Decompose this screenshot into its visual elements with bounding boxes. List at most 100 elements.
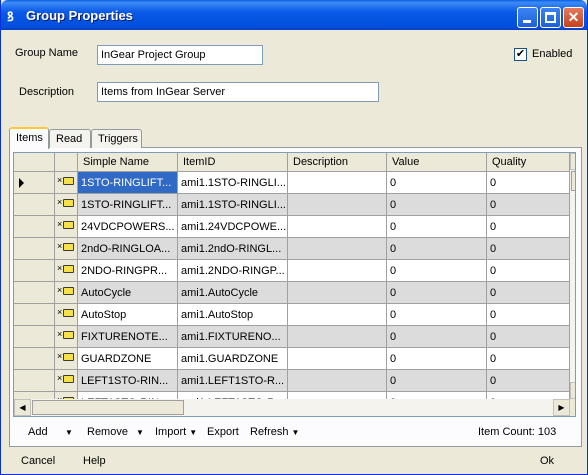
table-row[interactable]: × 24VDCPOWERS... ami1.24VDCPOWE... 0 0: [14, 216, 570, 238]
cell-value[interactable]: 0: [387, 348, 487, 370]
cell-simple-name[interactable]: 2ndO-RINGLOA...: [78, 238, 178, 260]
scroll-down-button[interactable]: ▼: [570, 382, 575, 399]
cell-value[interactable]: 0: [387, 304, 487, 326]
description-field[interactable]: Items from InGear Server: [97, 82, 379, 102]
remove-button[interactable]: Remove ▼: [87, 426, 144, 438]
cell-description[interactable]: [288, 348, 387, 370]
row-header[interactable]: [14, 216, 55, 238]
cell-description[interactable]: [288, 216, 387, 238]
group-name-field[interactable]: InGear Project Group: [97, 45, 263, 65]
cell-simple-name[interactable]: 24VDCPOWERS...: [78, 216, 178, 238]
cell-value[interactable]: 0: [387, 172, 487, 194]
cell-quality[interactable]: 0: [487, 260, 570, 282]
enabled-checkbox[interactable]: ✔: [514, 48, 527, 61]
cell-quality[interactable]: 0: [487, 172, 570, 194]
cancel-button[interactable]: Cancel: [21, 455, 55, 467]
column-header-itemid[interactable]: ItemID: [178, 153, 288, 172]
tab-read[interactable]: Read: [49, 129, 91, 148]
cell-value[interactable]: 0: [387, 194, 487, 216]
scroll-left-button[interactable]: ◀: [14, 399, 31, 416]
row-header[interactable]: [14, 326, 55, 348]
maximize-button[interactable]: [540, 7, 561, 28]
row-header[interactable]: [14, 238, 55, 260]
cell-itemid[interactable]: ami1.GUARDZONE: [178, 348, 288, 370]
cell-itemid[interactable]: ami1.AutoStop: [178, 304, 288, 326]
table-row[interactable]: × 2NDO-RINGPR... ami1.2NDO-RINGP... 0 0: [14, 260, 570, 282]
cell-simple-name[interactable]: 2NDO-RINGPR...: [78, 260, 178, 282]
table-row[interactable]: × AutoCycle ami1.AutoCycle 0 0: [14, 282, 570, 304]
row-header[interactable]: [14, 304, 55, 326]
table-row[interactable]: × LEFT1STO-RIN...ami1.LEFT1STO-R... 00: [14, 370, 570, 392]
vertical-scroll-thumb[interactable]: [571, 171, 575, 191]
cell-quality[interactable]: 0: [487, 304, 570, 326]
cell-value[interactable]: 0: [387, 238, 487, 260]
cell-itemid[interactable]: ami1.2NDO-RINGP...: [178, 260, 288, 282]
cell-value[interactable]: 0: [387, 370, 487, 392]
cell-quality[interactable]: 0: [487, 194, 570, 216]
cell-quality[interactable]: 0: [487, 216, 570, 238]
cell-description[interactable]: [288, 260, 387, 282]
cell-itemid[interactable]: ami1.24VDCPOWE...: [178, 216, 288, 238]
scroll-right-button[interactable]: ▶: [553, 399, 570, 416]
add-button[interactable]: Add: [28, 426, 48, 438]
cell-quality[interactable]: 0: [487, 326, 570, 348]
tab-items[interactable]: Items: [9, 127, 49, 149]
cell-value[interactable]: 0: [387, 282, 487, 304]
table-row[interactable]: × FIXTURENOTE... ami1.FIXTURENO... 0 0: [14, 326, 570, 348]
column-header-description[interactable]: Description: [288, 153, 387, 172]
cell-simple-name[interactable]: FIXTURENOTE...: [78, 326, 178, 348]
close-button[interactable]: ✕: [563, 7, 584, 28]
cell-quality[interactable]: 0: [487, 282, 570, 304]
cell-description[interactable]: [288, 282, 387, 304]
row-header[interactable]: [14, 260, 55, 282]
cell-description[interactable]: [288, 238, 387, 260]
cell-itemid[interactable]: ami1.2ndO-RINGL...: [178, 238, 288, 260]
help-button[interactable]: Help: [83, 455, 106, 467]
cell-itemid[interactable]: ami1.1STO-RINGLI...: [178, 194, 288, 216]
cell-value[interactable]: 0: [387, 260, 487, 282]
import-button[interactable]: Import ▼: [155, 426, 197, 438]
table-row[interactable]: × 2ndO-RINGLOA... ami1.2ndO-RINGL... 0 0: [14, 238, 570, 260]
horizontal-scroll-thumb[interactable]: [32, 400, 184, 415]
ok-button[interactable]: Ok: [540, 455, 554, 467]
cell-quality[interactable]: 0: [487, 370, 570, 392]
table-row[interactable]: × 1STO-RINGLIFT... ami1.1STO-RINGLI... 0 0: [14, 194, 570, 216]
row-header[interactable]: [14, 348, 55, 370]
cell-quality[interactable]: 0: [487, 348, 570, 370]
row-header[interactable]: [14, 370, 55, 392]
cell-itemid[interactable]: ami1.1STO-RINGLI...: [178, 172, 288, 194]
table-row[interactable]: × GUARDZONE ami1.GUARDZONE 0 0: [14, 348, 570, 370]
table-row[interactable]: × AutoStop ami1.AutoStop 0 0: [14, 304, 570, 326]
cell-value[interactable]: 0: [387, 216, 487, 238]
items-grid[interactable]: Simple Name ItemID Description Value Qua…: [13, 152, 576, 417]
export-button[interactable]: Export: [207, 426, 239, 438]
cell-simple-name[interactable]: GUARDZONE: [78, 348, 178, 370]
row-header[interactable]: [14, 282, 55, 304]
cell-simple-name[interactable]: AutoStop: [78, 304, 178, 326]
cell-itemid[interactable]: ami1.FIXTURENO...: [178, 326, 288, 348]
column-header-simple-name[interactable]: Simple Name: [78, 153, 178, 172]
cell-description[interactable]: [288, 326, 387, 348]
cell-simple-name[interactable]: 1STO-RINGLIFT...: [78, 172, 178, 194]
cell-value[interactable]: 0: [387, 326, 487, 348]
cell-simple-name[interactable]: LEFT1STO-RIN...: [78, 370, 178, 392]
scroll-up-button[interactable]: ▲: [570, 153, 575, 170]
title-bar[interactable]: ꝸ Group Properties ✕: [1, 0, 587, 30]
row-header[interactable]: [14, 172, 55, 194]
column-header-quality[interactable]: Quality: [487, 153, 570, 172]
cell-simple-name[interactable]: AutoCycle: [78, 282, 178, 304]
add-dropdown[interactable]: ▼: [62, 426, 73, 438]
minimize-button[interactable]: [517, 7, 538, 28]
refresh-button[interactable]: Refresh ▼: [250, 426, 299, 438]
tab-triggers[interactable]: Triggers: [91, 129, 142, 148]
cell-description[interactable]: [288, 304, 387, 326]
cell-itemid[interactable]: ami1.AutoCycle: [178, 282, 288, 304]
cell-quality[interactable]: 0: [487, 238, 570, 260]
vertical-scrollbar[interactable]: ▲ ▼: [570, 153, 575, 399]
cell-description[interactable]: [288, 172, 387, 194]
cell-description[interactable]: [288, 194, 387, 216]
cell-description[interactable]: [288, 370, 387, 392]
cell-simple-name[interactable]: 1STO-RINGLIFT...: [78, 194, 178, 216]
column-header-value[interactable]: Value: [387, 153, 487, 172]
row-header[interactable]: [14, 194, 55, 216]
